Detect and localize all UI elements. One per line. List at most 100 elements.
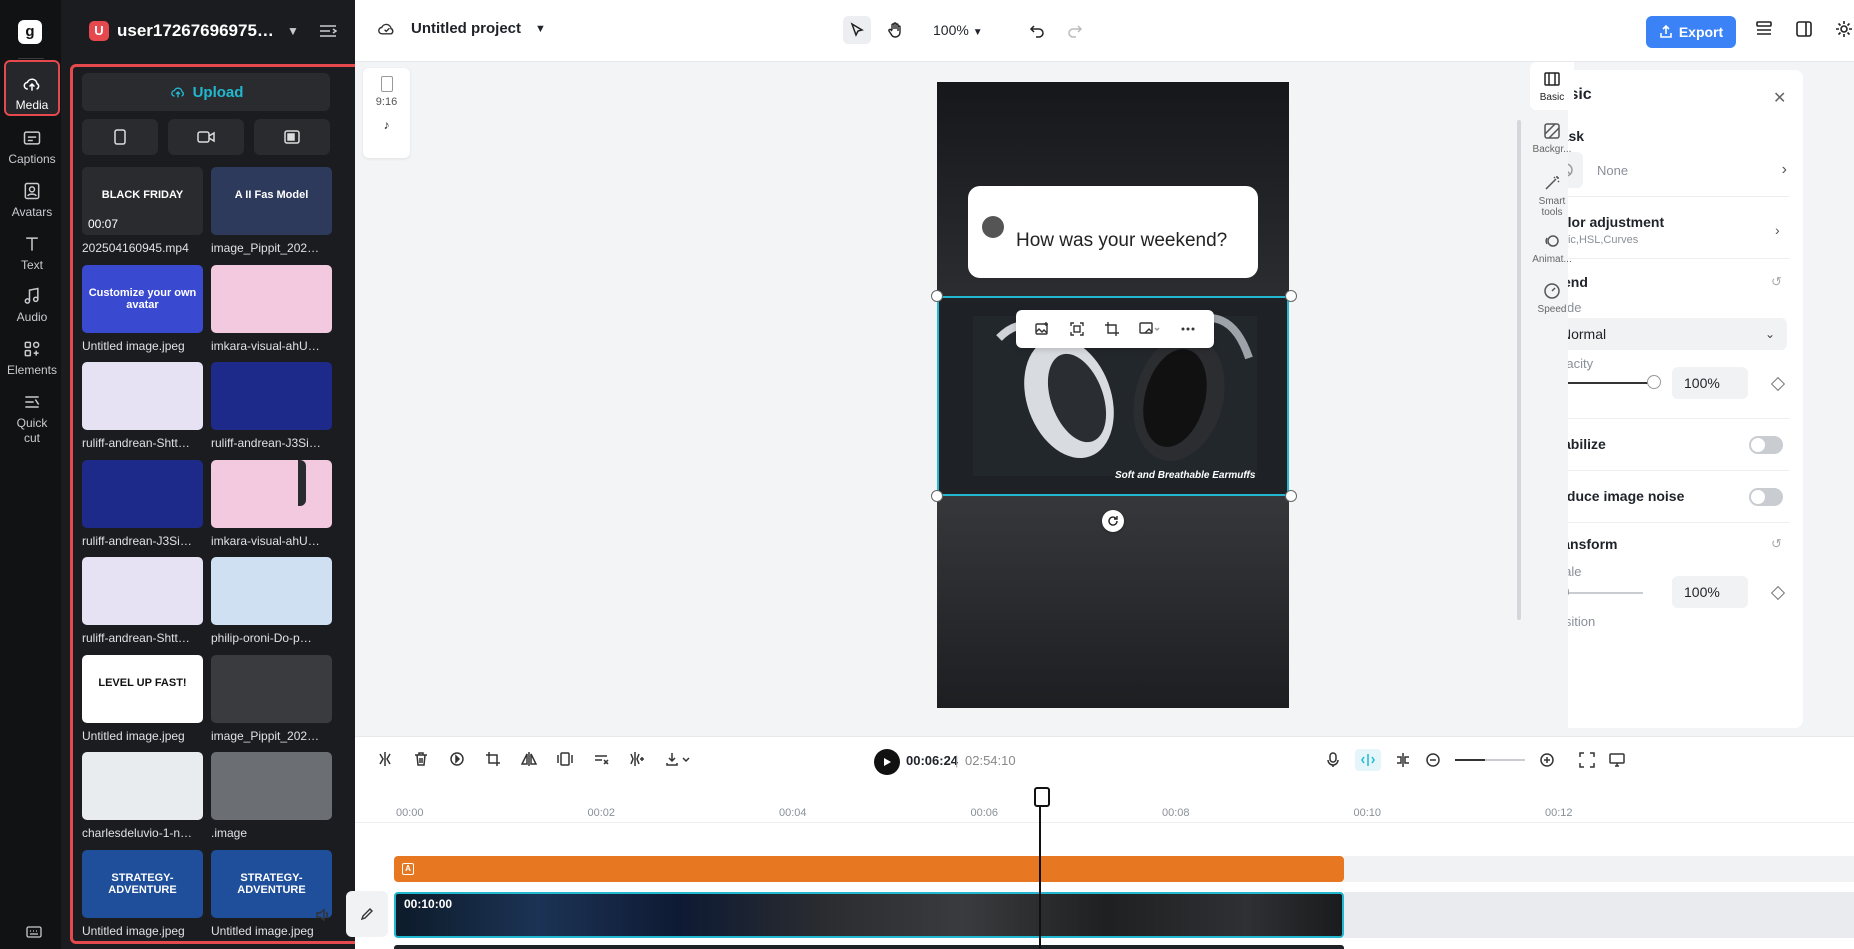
play-button[interactable] xyxy=(874,749,900,775)
close-icon[interactable]: ✕ xyxy=(1773,88,1786,108)
media-thumbnail[interactable] xyxy=(82,362,203,430)
panel-menu-icon[interactable] xyxy=(319,24,337,38)
media-item[interactable]: charlesdeluvio-1-n… xyxy=(82,752,203,850)
resize-handle-tr[interactable] xyxy=(1285,290,1297,302)
zoom-out-icon[interactable] xyxy=(1425,752,1441,768)
video-track-clip[interactable]: 00:10:00 xyxy=(394,892,1344,938)
stabilize-toggle[interactable] xyxy=(1749,436,1783,454)
media-thumbnail[interactable]: STRATEGY-ADVENTURE xyxy=(82,849,203,918)
media-item[interactable]: image_Pippit_202… xyxy=(211,654,332,753)
media-thumbnail[interactable]: Customize your own avatar xyxy=(82,264,203,333)
media-thumbnail[interactable] xyxy=(211,459,332,528)
reset-blend-icon[interactable]: ↺ xyxy=(1771,274,1782,290)
playhead[interactable] xyxy=(1034,787,1050,949)
delete-button[interactable] xyxy=(411,749,431,769)
chevron-right-icon[interactable]: › xyxy=(1775,222,1780,238)
fullscreen-icon[interactable] xyxy=(1579,752,1595,768)
media-item[interactable]: .image xyxy=(211,752,332,850)
background-remove-icon[interactable] xyxy=(1139,321,1161,337)
media-item[interactable]: ruliff-andrean-J3Si… xyxy=(82,459,203,558)
microphone-icon[interactable] xyxy=(1325,752,1341,768)
download-dropdown[interactable] xyxy=(663,749,693,769)
resize-handle-tl[interactable] xyxy=(931,290,943,302)
rail-item-avatars[interactable]: Avatars xyxy=(4,175,60,231)
split-button[interactable] xyxy=(375,749,395,769)
opacity-slider-knob[interactable] xyxy=(1647,375,1661,389)
app-logo-icon[interactable]: g xyxy=(18,20,42,44)
rotate-handle[interactable] xyxy=(1102,510,1124,532)
media-thumbnail[interactable] xyxy=(211,557,332,625)
media-thumbnail[interactable] xyxy=(82,557,203,625)
media-thumbnail[interactable] xyxy=(82,752,203,820)
media-item[interactable]: BLACK FRIDAY 00:07 202504160945.mp4 xyxy=(82,167,203,265)
keyframe-diamond-icon[interactable] xyxy=(1770,585,1786,601)
media-thumbnail[interactable]: STRATEGY-ADVENTURE xyxy=(211,849,332,918)
reset-transform-icon[interactable]: ↺ xyxy=(1771,536,1782,552)
properties-scrollbar[interactable] xyxy=(1517,120,1521,620)
tab-animation[interactable]: Animat... xyxy=(1530,224,1574,272)
rail-item-captions[interactable]: Captions xyxy=(4,122,60,178)
panel-collapse-handle[interactable] xyxy=(298,460,306,506)
media-thumbnail[interactable]: LEVEL UP FAST! xyxy=(82,654,203,723)
rail-item-media[interactable]: Media xyxy=(4,60,60,116)
media-item[interactable]: STRATEGY-ADVENTURE Untitled image.jpeg xyxy=(211,849,332,948)
media-item[interactable]: Customize your own avatar Untitled image.… xyxy=(82,264,203,363)
user-name[interactable]: user17267696975… xyxy=(117,21,277,41)
keyframe-diamond-icon[interactable] xyxy=(1770,376,1786,392)
media-item[interactable]: ruliff-andrean-J3Si… xyxy=(211,362,332,460)
media-item[interactable]: ruliff-andrean-Shtt… xyxy=(82,557,203,655)
select-tool-button[interactable] xyxy=(843,16,871,44)
more-options-icon[interactable] xyxy=(1180,321,1196,337)
settings-icon[interactable] xyxy=(1835,20,1853,38)
tab-background[interactable]: Backgr... xyxy=(1530,114,1574,162)
zoom-in-icon[interactable] xyxy=(1539,752,1555,768)
tab-basic[interactable]: Basic xyxy=(1530,62,1574,110)
media-item[interactable]: A II Fas Model image_Pippit_202… xyxy=(211,167,332,265)
media-item[interactable]: imkara-visual-ahU… xyxy=(211,264,332,363)
media-thumbnail[interactable] xyxy=(82,459,203,528)
media-item[interactable]: ruliff-andrean-Shtt… xyxy=(82,362,203,460)
loop-button[interactable] xyxy=(447,749,467,769)
hand-tool-button[interactable] xyxy=(881,16,909,44)
replace-image-icon[interactable] xyxy=(1034,321,1050,337)
media-thumbnail[interactable]: A II Fas Model xyxy=(211,167,332,235)
media-item[interactable]: philip-oroni-Do-p… xyxy=(211,557,332,655)
export-button[interactable]: Export xyxy=(1646,16,1736,48)
media-thumbnail[interactable] xyxy=(211,654,332,723)
split-audio-icon[interactable] xyxy=(1395,752,1411,768)
keyboard-icon[interactable] xyxy=(26,925,42,939)
snap-toggle-button[interactable] xyxy=(1355,749,1381,771)
smart-crop-icon[interactable] xyxy=(1069,321,1085,337)
tab-smart-tools[interactable]: Smart tools xyxy=(1530,166,1574,220)
preview-monitor-icon[interactable] xyxy=(1609,752,1625,768)
fit-button[interactable] xyxy=(555,749,575,769)
split-view-icon[interactable] xyxy=(1795,20,1813,38)
project-title-group[interactable]: Untitled project ▼ xyxy=(377,20,546,37)
track-edit-button[interactable] xyxy=(346,891,388,937)
rail-item-audio[interactable]: Audio xyxy=(4,280,60,336)
timeline-zoom-slider[interactable] xyxy=(1455,759,1525,761)
scale-input[interactable]: 100% xyxy=(1672,576,1748,608)
undo-button[interactable] xyxy=(1023,16,1051,44)
media-item[interactable]: STRATEGY-ADVENTURE Untitled image.jpeg xyxy=(82,849,203,948)
audio-track-clip[interactable] xyxy=(394,945,1344,949)
filter-video-button[interactable] xyxy=(168,119,244,155)
resize-handle-bl[interactable] xyxy=(931,490,943,502)
auto-cut-button[interactable] xyxy=(627,749,647,769)
upload-button[interactable]: Upload xyxy=(82,73,330,111)
rail-item-text[interactable]: Text xyxy=(4,228,60,284)
mask-selector[interactable]: None › xyxy=(1549,152,1787,188)
layers-icon[interactable] xyxy=(1755,20,1773,38)
resize-handle-br[interactable] xyxy=(1285,490,1297,502)
opacity-input[interactable]: 100% xyxy=(1672,367,1748,399)
rail-item-elements[interactable]: Elements xyxy=(4,333,60,389)
track-volume-icon[interactable] xyxy=(315,907,331,923)
user-avatar[interactable]: U xyxy=(89,21,109,41)
media-thumbnail[interactable] xyxy=(211,752,332,820)
zoom-level-dropdown[interactable]: 100% ▼ xyxy=(933,22,983,38)
crop-button[interactable] xyxy=(483,749,503,769)
filter-image-button[interactable] xyxy=(254,119,330,155)
noise-reduction-toggle[interactable] xyxy=(1749,488,1783,506)
media-thumbnail[interactable]: BLACK FRIDAY 00:07 xyxy=(82,167,203,235)
media-item[interactable]: LEVEL UP FAST! Untitled image.jpeg xyxy=(82,654,203,753)
